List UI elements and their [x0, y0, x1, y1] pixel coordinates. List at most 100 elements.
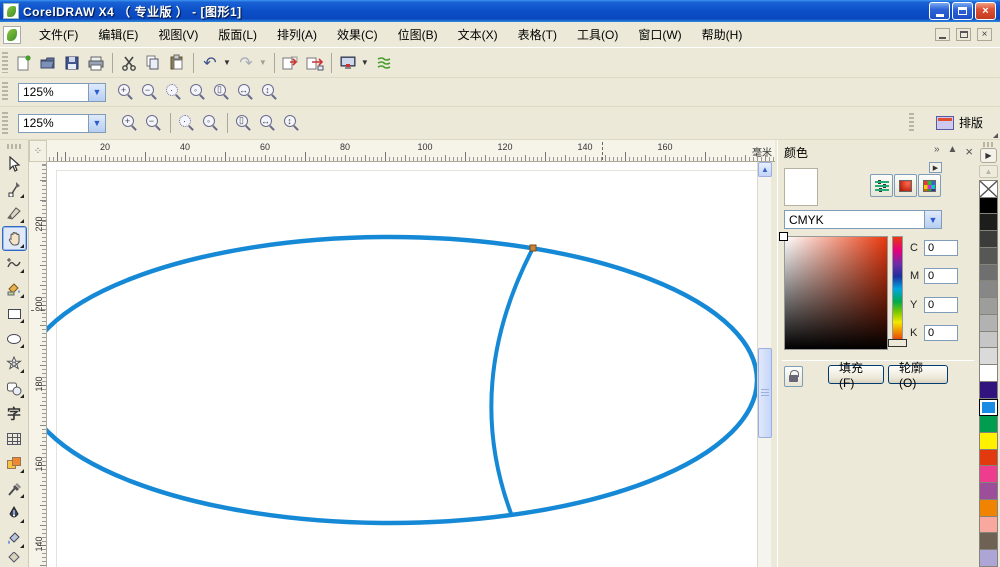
launcher-dropdown-arrow[interactable]: ▼ — [361, 58, 369, 67]
menu-layout[interactable]: 版面(L) — [208, 22, 267, 47]
zoom-level-combo-1[interactable]: 125% ▼ — [18, 82, 106, 102]
save-button[interactable] — [60, 51, 84, 75]
zoom-page-button[interactable]: ▯ — [210, 80, 234, 104]
lock-button[interactable] — [784, 366, 803, 387]
menu-view[interactable]: 视图(V) — [148, 22, 208, 47]
menu-text[interactable]: 文本(X) — [448, 22, 508, 47]
zoom-in-button[interactable]: + — [114, 80, 138, 104]
hue-strip[interactable] — [892, 236, 903, 342]
doc-close-button[interactable]: × — [977, 28, 992, 41]
docker-flyout-button[interactable]: » — [934, 144, 940, 159]
toolbox-grip[interactable] — [7, 144, 21, 149]
swatch-red[interactable] — [979, 449, 998, 467]
copy-button[interactable] — [141, 51, 165, 75]
horizontal-ruler[interactable]: 20 40 60 80 100 120 140 160 毫米 — [47, 140, 775, 162]
swatch-none[interactable] — [979, 180, 998, 198]
zoom-page-height-button[interactable]: ↕ — [258, 80, 282, 104]
flyout-arrow[interactable] — [19, 319, 24, 323]
menu-file[interactable]: 文件(F) — [29, 22, 88, 47]
pan-tool[interactable] — [1, 226, 27, 251]
toolbar-grip[interactable] — [2, 111, 8, 135]
vertical-ruler[interactable]: 220 200 180 160 140 — [29, 162, 47, 567]
palette-scroll-up-button[interactable]: ▲ — [979, 165, 998, 178]
zoom-page-width-button[interactable]: ↔ — [234, 80, 258, 104]
outline-button[interactable]: 轮廓(O) — [888, 361, 948, 390]
pick-tool[interactable] — [2, 151, 27, 176]
swatch-20-black[interactable] — [979, 331, 998, 349]
interactive-fill-tool[interactable] — [2, 551, 27, 565]
flyout-arrow[interactable] — [19, 244, 24, 248]
doc-restore-button[interactable] — [956, 28, 971, 41]
blend-tool[interactable] — [2, 451, 27, 476]
table-tool[interactable] — [2, 426, 27, 451]
picker-cursor[interactable] — [779, 232, 788, 241]
color-palettes-button[interactable] — [918, 174, 941, 197]
swatch-70-black[interactable] — [979, 247, 998, 265]
zoom-level-combo-2[interactable]: 125% ▼ — [18, 113, 106, 133]
flyout-arrow[interactable] — [19, 394, 24, 398]
ellipse-tool[interactable] — [2, 326, 27, 351]
restore-button[interactable] — [952, 2, 973, 20]
curve-node-handle[interactable] — [529, 244, 537, 252]
swatch-black[interactable] — [979, 197, 998, 215]
menu-bitmaps[interactable]: 位图(B) — [388, 22, 448, 47]
docker-collapse-button[interactable]: ▲ — [948, 144, 958, 159]
color-sliders-button[interactable] — [870, 174, 893, 197]
crop-tool[interactable] — [2, 201, 27, 226]
toolbar-grip[interactable] — [2, 52, 8, 73]
rectangle-tool[interactable] — [2, 301, 27, 326]
toolbar-grip[interactable] — [909, 113, 914, 133]
zoom-in-button[interactable]: + — [118, 111, 142, 135]
zoom-all-objects-button[interactable]: ◦ — [199, 111, 223, 135]
channel-c-input[interactable] — [924, 240, 958, 256]
fill-tool[interactable] — [2, 526, 27, 551]
channel-y-input[interactable] — [924, 297, 958, 313]
welcome-screen-button[interactable] — [372, 51, 396, 75]
swatch-10-black[interactable] — [979, 348, 998, 366]
channel-k-input[interactable] — [924, 325, 958, 341]
swatch-magenta[interactable] — [979, 466, 998, 484]
swatch-orange[interactable] — [979, 499, 998, 517]
menu-tools[interactable]: 工具(O) — [567, 22, 628, 47]
new-document-button[interactable] — [12, 51, 36, 75]
menu-window[interactable]: 窗口(W) — [628, 22, 691, 47]
doc-minimize-button[interactable] — [935, 28, 950, 41]
flyout-arrow[interactable] — [19, 544, 24, 548]
flyout-arrow[interactable] — [19, 294, 24, 298]
swatch-40-black[interactable] — [979, 298, 998, 315]
flyout-arrow[interactable] — [19, 369, 24, 373]
swatch-green[interactable] — [979, 416, 998, 434]
minimize-button[interactable] — [929, 2, 950, 20]
fill-button[interactable]: 填充(F) — [828, 361, 884, 390]
flyout-arrow[interactable] — [19, 519, 24, 523]
swatch-white[interactable] — [979, 365, 998, 382]
swatch-blue-violet[interactable] — [979, 381, 998, 399]
combo-dropdown-button[interactable]: ▼ — [88, 83, 105, 101]
swatch-60-black[interactable] — [979, 264, 998, 282]
curve-shape[interactable] — [489, 247, 535, 517]
menu-help[interactable]: 帮助(H) — [692, 22, 753, 47]
text-tool[interactable]: 字 — [2, 401, 27, 426]
zoom-page-button[interactable]: ▯ — [232, 111, 256, 135]
docker-close-button[interactable]: × — [965, 144, 973, 159]
scrollbar-thumb[interactable] — [758, 348, 772, 438]
color-model-combo[interactable]: CMYK ▼ — [784, 210, 942, 229]
flyout-arrow[interactable] — [19, 269, 24, 273]
paste-button[interactable] — [165, 51, 189, 75]
outline-pen-tool[interactable] — [2, 501, 27, 526]
menu-arrange[interactable]: 排列(A) — [267, 22, 327, 47]
scroll-up-button[interactable]: ▲ — [758, 162, 772, 177]
flyout-arrow[interactable] — [19, 344, 24, 348]
palette-grip[interactable] — [982, 142, 995, 147]
polygon-tool[interactable] — [2, 351, 27, 376]
combo-dropdown-button[interactable]: ▼ — [924, 211, 941, 228]
open-button[interactable] — [36, 51, 60, 75]
swatch-violet[interactable] — [979, 483, 998, 500]
layout-docker-button[interactable]: 排版 — [927, 110, 992, 135]
palette-flyout-button[interactable]: ▶ — [980, 148, 997, 163]
swatch-30-black[interactable] — [979, 314, 998, 332]
toolbar-overflow-indicator[interactable] — [993, 133, 998, 138]
redo-dropdown-arrow[interactable]: ▼ — [259, 58, 267, 67]
export-button[interactable] — [303, 51, 327, 75]
redo-button[interactable]: ↷ — [234, 51, 258, 75]
